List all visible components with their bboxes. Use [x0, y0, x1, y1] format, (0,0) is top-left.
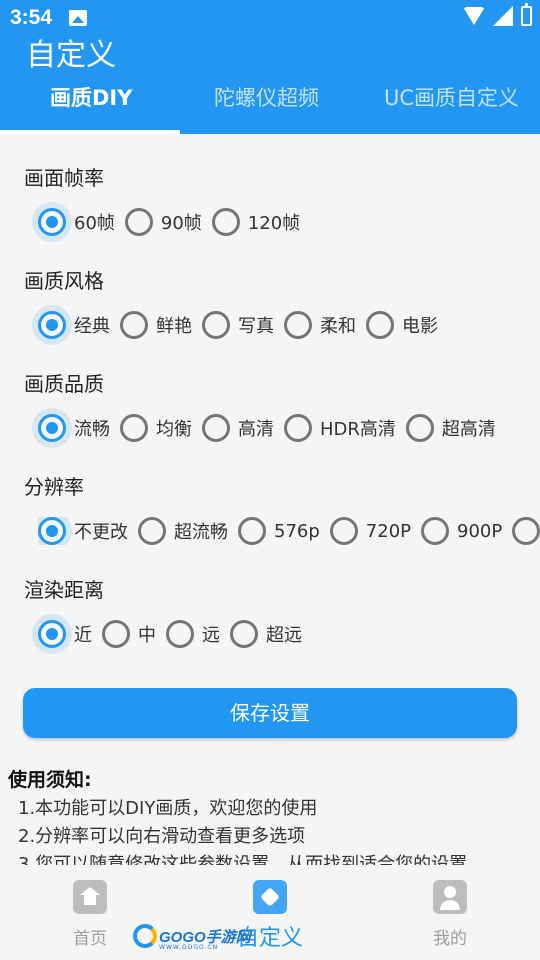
signal-icon — [493, 6, 513, 26]
gogo-logo-icon — [133, 924, 157, 948]
radio-unchecked-icon — [102, 620, 130, 648]
watermark-domain: WWW.GOGO.CN — [159, 944, 219, 951]
radio-unchecked-icon — [512, 517, 540, 545]
bottom-navigation: 首页 自定义 我的 — [0, 866, 540, 960]
radio-res-720p[interactable]: 720P — [329, 517, 411, 545]
radio-unchecked-icon — [202, 414, 230, 442]
radio-fps-120[interactable]: 120帧 — [211, 208, 300, 236]
radio-unchecked-icon — [211, 208, 240, 236]
radio-checked-icon — [38, 208, 66, 236]
radio-dist-far[interactable]: 远 — [166, 620, 220, 648]
radio-style-movie[interactable]: 电影 — [366, 311, 438, 339]
radio-checked-icon — [38, 517, 66, 545]
radio-checked-icon — [38, 620, 66, 648]
nav-mine[interactable]: 我的 — [390, 866, 510, 949]
radio-unchecked-icon — [202, 311, 230, 339]
section-title-fps: 画面帧率 — [24, 166, 104, 190]
radio-checked-icon — [38, 414, 66, 442]
app-bar: 3:54 自定义 画质DIY 陀螺仪超频 UC画质自定义 — [0, 0, 540, 134]
radio-group-style: 经典 鲜艳 写真 柔和 电影 — [38, 311, 448, 339]
radio-unchecked-icon — [329, 517, 358, 545]
tab-quality-diy[interactable]: 画质DIY — [50, 72, 132, 130]
tab-uc-custom[interactable]: UC画质自定义 — [384, 72, 540, 130]
radio-unchecked-icon — [166, 620, 194, 648]
radio-quality-smooth[interactable]: 流畅 — [38, 414, 110, 442]
radio-style-soft[interactable]: 柔和 — [284, 311, 356, 339]
nav-home[interactable]: 首页 — [30, 866, 150, 949]
wifi-icon — [463, 7, 485, 25]
radio-unchecked-icon — [421, 517, 450, 545]
radio-unchecked-icon — [238, 517, 266, 545]
section-title-quality: 画质品质 — [24, 372, 104, 396]
nav-home-label: 首页 — [73, 929, 107, 949]
tab-indicator — [0, 130, 180, 134]
radio-group-distance: 近 中 远 超远 — [38, 620, 312, 648]
radio-unchecked-icon — [124, 208, 153, 236]
nav-mine-label: 我的 — [433, 929, 467, 949]
radio-quality-hdr[interactable]: HDR高清 — [284, 414, 396, 442]
radio-dist-near[interactable]: 近 — [38, 620, 92, 648]
radio-dist-mid[interactable]: 中 — [102, 620, 156, 648]
radio-style-classic[interactable]: 经典 — [38, 311, 110, 339]
notice-scroll-clip: 3.您可以随意修改这些参数设置，从而找到适合您的设置 — [0, 840, 540, 865]
radio-unchecked-icon — [138, 517, 166, 545]
watermark-logo: GOGO手游网 WWW.GOGO.CN — [133, 924, 251, 951]
tab-bar: 画质DIY 陀螺仪超频 UC画质自定义 — [0, 72, 540, 134]
radio-res-ultra-smooth[interactable]: 超流畅 — [138, 517, 228, 545]
radio-quality-ultra[interactable]: 超高清 — [405, 414, 496, 442]
tab-gyro-overclock[interactable]: 陀螺仪超频 — [214, 72, 319, 130]
radio-dist-ultra-far[interactable]: 超远 — [230, 620, 302, 648]
user-icon — [433, 880, 467, 914]
section-title-distance: 渲染距离 — [24, 578, 104, 602]
home-icon — [73, 880, 107, 914]
status-icons — [463, 3, 532, 26]
radio-res-576p[interactable]: 576p — [238, 517, 320, 545]
radio-unchecked-icon — [230, 620, 258, 648]
radio-group-resolution[interactable]: 不更改 超流畅 576p 720P 900P — [38, 517, 540, 545]
radio-res-unchanged[interactable]: 不更改 — [38, 517, 128, 545]
save-settings-button[interactable]: 保存设置 — [23, 688, 517, 738]
radio-unchecked-icon — [366, 311, 394, 339]
radio-quality-balanced[interactable]: 均衡 — [120, 414, 192, 442]
notice-title: 使用须知: — [8, 769, 92, 791]
hexagon-icon — [253, 880, 287, 914]
section-title-style: 画质风格 — [24, 269, 104, 293]
radio-unchecked-icon — [120, 311, 148, 339]
notice-line-1: 1.本功能可以DIY画质，欢迎您的使用 — [18, 798, 318, 819]
section-title-resolution: 分辨率 — [24, 475, 84, 499]
radio-unchecked-icon — [284, 311, 312, 339]
radio-quality-hd[interactable]: 高清 — [202, 414, 274, 442]
notice-line-3: 3.您可以随意修改这些参数设置，从而找到适合您的设置 — [18, 854, 468, 865]
radio-fps-60[interactable]: 60帧 — [38, 208, 115, 236]
status-time: 3:54 — [10, 6, 53, 29]
radio-res-900p[interactable]: 900P — [421, 517, 502, 545]
radio-style-vivid[interactable]: 鲜艳 — [120, 311, 192, 339]
battery-icon — [521, 3, 532, 26]
radio-fps-90[interactable]: 90帧 — [124, 208, 202, 236]
app-title: 自定义 — [26, 38, 116, 73]
image-notification-icon — [69, 10, 87, 26]
radio-unchecked-icon — [120, 414, 148, 442]
radio-style-realistic[interactable]: 写真 — [202, 311, 274, 339]
radio-checked-icon — [38, 311, 66, 339]
radio-group-quality: 流畅 均衡 高清 HDR高清 超高清 — [38, 414, 506, 442]
radio-unchecked-icon — [405, 414, 434, 442]
radio-unchecked-icon — [284, 414, 312, 442]
radio-res-more[interactable] — [512, 517, 540, 545]
radio-group-fps: 60帧 90帧 120帧 — [38, 208, 310, 236]
